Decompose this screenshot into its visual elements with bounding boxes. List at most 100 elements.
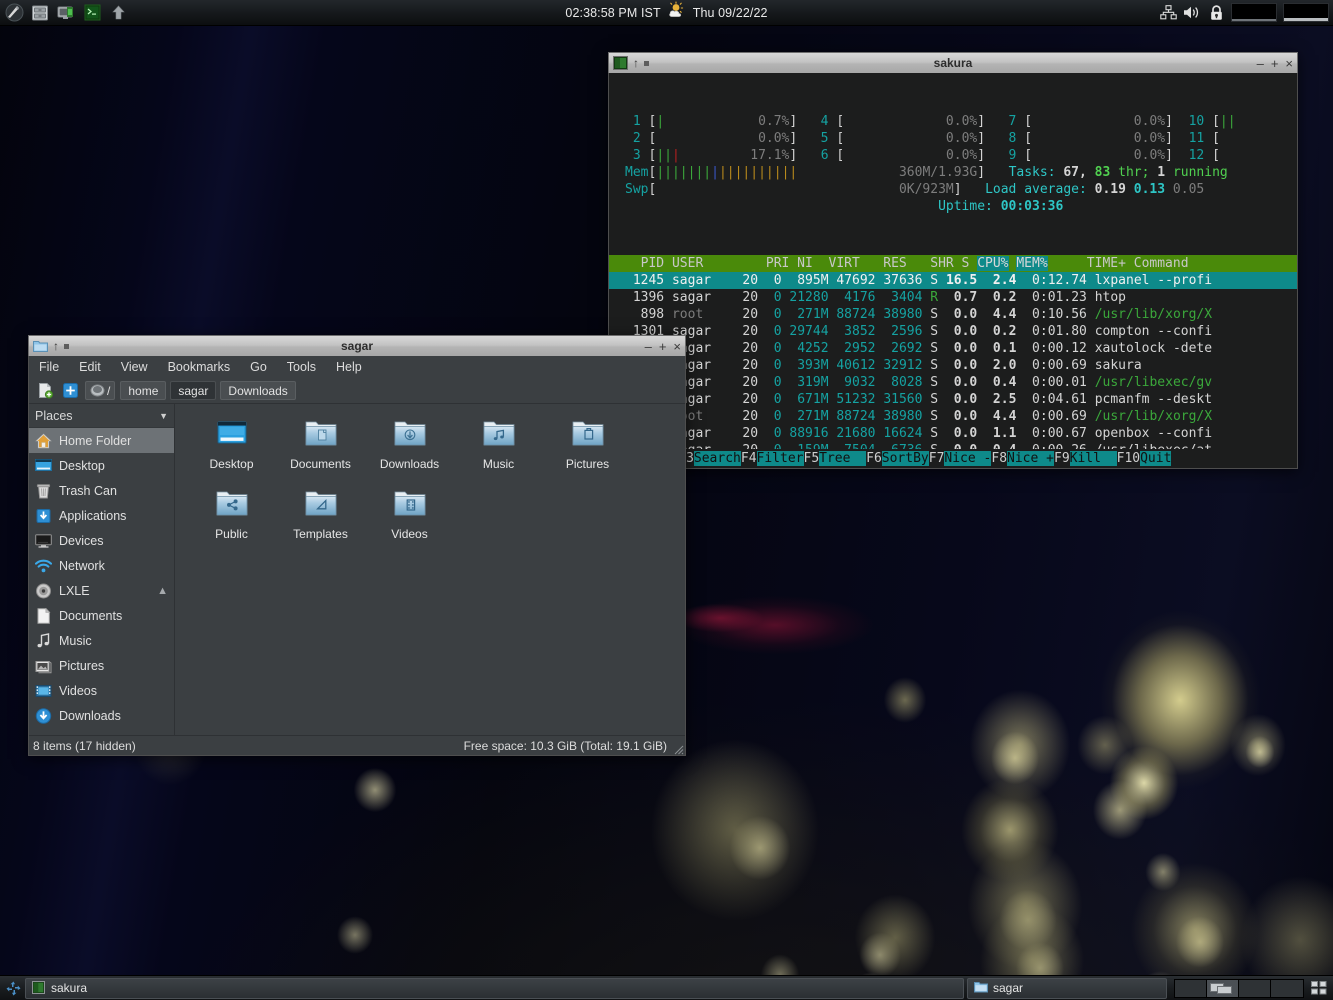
file-item[interactable]: Music	[454, 414, 543, 484]
window-menu-button[interactable]	[64, 344, 69, 349]
close-button[interactable]: ×	[673, 340, 681, 353]
show-desktop-icon[interactable]	[4, 979, 22, 997]
network-icon[interactable]	[1159, 4, 1177, 22]
sidebar-item-label: Applications	[59, 509, 126, 523]
disc-icon	[35, 582, 52, 599]
menu-view[interactable]: View	[119, 359, 150, 375]
htop-process-row[interactable]: 898 root 20 0 271M 88724 38980 S 0.0 4.4…	[609, 306, 1297, 323]
file-item[interactable]: Downloads	[365, 414, 454, 484]
home-icon	[35, 432, 52, 449]
htop-process-row[interactable]: 1301 sagar 20 0 29744 3852 2596 S 0.0 0.…	[609, 323, 1297, 340]
folder-window-icon	[33, 339, 48, 353]
sidebar-item-documents[interactable]: Documents	[29, 603, 174, 628]
htop-process-row[interactable]: 1248 sagar 20 0 4252 2952 2692 S 0.0 0.1…	[609, 340, 1297, 357]
new-tab-button[interactable]	[35, 381, 55, 401]
iconify-all-icon[interactable]	[1309, 979, 1329, 997]
cpu-monitor-widget[interactable]	[1231, 3, 1277, 22]
add-bookmark-button[interactable]	[60, 381, 80, 401]
htop-fkey-label[interactable]: Tree	[819, 451, 866, 466]
eject-icon[interactable]: ▲	[157, 585, 168, 597]
menu-go[interactable]: Go	[248, 359, 269, 375]
htop-fkey-label[interactable]: SortBy	[882, 451, 929, 466]
htop-fkey-label[interactable]: Nice -	[944, 451, 991, 466]
sakura-titlebar[interactable]: ↑ sakura – + ×	[608, 52, 1298, 73]
taskbar-button-label: sakura	[51, 981, 87, 995]
sidebar-item-label: Documents	[59, 609, 122, 623]
file-item-label: Pictures	[566, 457, 609, 471]
htop-process-row[interactable]: sagar 20 0 88916 21680 16624 S 0.0 1.1 0…	[609, 425, 1297, 442]
htop-fkey-label[interactable]: Quit	[1140, 451, 1171, 466]
sidebar-item-lxle[interactable]: LXLE▲	[29, 578, 174, 603]
terminal-icon	[32, 981, 46, 995]
close-button[interactable]: ×	[1285, 57, 1293, 70]
htop-process-row[interactable]: 1245 sagar 20 0 895M 47692 37636 S 16.5 …	[609, 272, 1297, 289]
display-settings-icon[interactable]	[54, 1, 78, 25]
window-menu-button[interactable]	[644, 61, 649, 66]
file-item[interactable]: Templates	[276, 484, 365, 554]
htop-process-row[interactable]: 1396 sagar 20 0 21280 4176 3404 R 0.7 0.…	[609, 289, 1297, 306]
sidebar-item-network[interactable]: Network	[29, 553, 174, 578]
maximize-button[interactable]: +	[1271, 57, 1279, 70]
file-item[interactable]: Videos	[365, 484, 454, 554]
sidebar-item-downloads[interactable]: Downloads	[29, 703, 174, 728]
htop-process-row[interactable]: root 20 0 271M 88724 38980 S 0.0 4.4 0:0…	[609, 408, 1297, 425]
lxle-menu-icon[interactable]	[2, 1, 26, 25]
workspace-4[interactable]	[1271, 980, 1303, 997]
htop-process-row[interactable]: sagar 20 0 671M 51232 31560 S 0.0 2.5 0:…	[609, 391, 1297, 408]
terminal-icon[interactable]	[80, 1, 104, 25]
volume-icon[interactable]	[1183, 4, 1201, 22]
maximize-button[interactable]: +	[659, 340, 667, 353]
lock-icon[interactable]	[1207, 4, 1225, 22]
shade-window-button[interactable]: ↑	[633, 57, 639, 69]
clock-time[interactable]: 02:38:58 PM IST	[565, 6, 660, 20]
taskbar-button-sagar[interactable]: sagar	[967, 978, 1167, 999]
workspace-1[interactable]	[1175, 980, 1207, 997]
htop-process-row[interactable]: sagar 20 0 319M 9032 8028 S 0.0 0.4 0:00…	[609, 374, 1297, 391]
menu-help[interactable]: Help	[334, 359, 364, 375]
htop-process-row[interactable]: 1390 sagar 20 0 393M 40612 32912 S 0.0 2…	[609, 357, 1297, 374]
breadcrumb-downloads[interactable]: Downloads	[220, 381, 295, 400]
menu-tools[interactable]: Tools	[285, 359, 318, 375]
chevron-down-icon[interactable]: ▼	[159, 411, 168, 421]
workspace-3[interactable]	[1239, 980, 1271, 997]
minimize-button[interactable]: –	[1257, 57, 1264, 70]
videos-icon	[35, 682, 52, 699]
htop-fkey-label[interactable]: Filter	[757, 451, 804, 466]
public-folder-icon	[214, 486, 250, 523]
upload-arrow-icon[interactable]	[106, 1, 130, 25]
sidebar-item-home-folder[interactable]: Home Folder	[29, 428, 174, 453]
htop-fkey-label[interactable]: Search	[694, 451, 741, 466]
sidebar-item-pictures[interactable]: Pictures	[29, 653, 174, 678]
htop-terminal-content[interactable]: 1 [| 0.7%] 4 [ 0.0%] 7 [ 0.0%] 10 [|| 1.…	[608, 73, 1298, 469]
clock-date[interactable]: Thu 09/22/22	[693, 6, 768, 20]
file-manager-icon[interactable]	[28, 1, 52, 25]
file-item[interactable]: Documents	[276, 414, 365, 484]
file-list-view[interactable]: DesktopDocumentsDownloadsMusic Pictures Pu…	[175, 404, 685, 735]
places-header[interactable]: Places ▼	[29, 404, 174, 428]
file-item[interactable]: Desktop	[187, 414, 276, 484]
sidebar-item-applications[interactable]: Applications	[29, 503, 174, 528]
file-item[interactable]: Pictures	[543, 414, 632, 484]
memory-monitor-widget[interactable]	[1283, 3, 1329, 22]
sidebar-item-devices[interactable]: Devices	[29, 528, 174, 553]
sidebar-item-music[interactable]: Music	[29, 628, 174, 653]
sidebar-item-desktop[interactable]: Desktop	[29, 453, 174, 478]
htop-fkey-label[interactable]: Nice +	[1007, 451, 1054, 466]
resize-grip[interactable]	[672, 742, 684, 754]
menu-bookmarks[interactable]: Bookmarks	[166, 359, 233, 375]
breadcrumb-root[interactable]: /	[85, 381, 115, 400]
file-item[interactable]: Public	[187, 484, 276, 554]
sidebar-item-trash-can[interactable]: Trash Can	[29, 478, 174, 503]
sidebar-item-videos[interactable]: Videos	[29, 678, 174, 703]
breadcrumb-sagar[interactable]: sagar	[170, 381, 216, 400]
file-manager-menubar: File Edit View Bookmarks Go Tools Help	[29, 356, 685, 378]
taskbar-button-sakura[interactable]: sakura	[25, 978, 964, 999]
htop-fkey-label[interactable]: Kill	[1070, 451, 1117, 466]
menu-file[interactable]: File	[37, 359, 61, 375]
breadcrumb-home[interactable]: home	[120, 381, 166, 400]
workspace-2[interactable]	[1207, 980, 1239, 997]
minimize-button[interactable]: –	[645, 340, 652, 353]
file-manager-titlebar[interactable]: ↑ sagar – + ×	[28, 335, 686, 356]
menu-edit[interactable]: Edit	[77, 359, 103, 375]
shade-window-button[interactable]: ↑	[53, 340, 59, 352]
